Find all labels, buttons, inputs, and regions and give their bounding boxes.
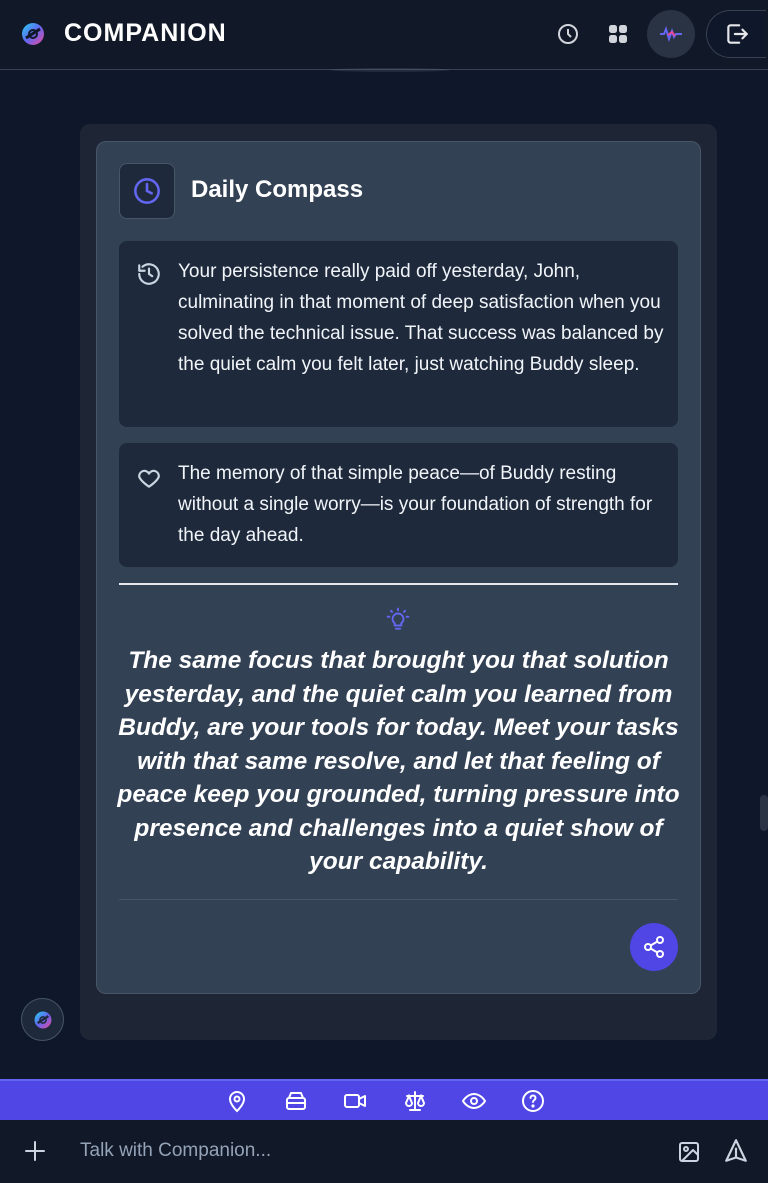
archive-button[interactable] (283, 1088, 309, 1114)
image-icon (679, 1142, 699, 1162)
location-button[interactable] (224, 1088, 250, 1114)
divider (119, 899, 678, 900)
plus-icon (25, 1141, 45, 1161)
logout-icon (726, 24, 748, 44)
scrollbar-thumb[interactable] (760, 795, 768, 831)
video-icon (344, 1094, 366, 1108)
send-button[interactable] (722, 1137, 750, 1165)
help-icon (522, 1090, 544, 1112)
daily-quote: The same focus that brought you that sol… (117, 647, 680, 875)
send-icon (725, 1139, 747, 1162)
grid-icon (609, 25, 627, 43)
lightbulb-icon (385, 607, 411, 633)
video-button[interactable] (342, 1088, 368, 1114)
divider (119, 583, 678, 585)
app-header: COMPANION (0, 0, 768, 70)
scales-button[interactable] (402, 1088, 428, 1114)
card-title: Daily Compass (191, 176, 364, 203)
history-icon (136, 261, 162, 287)
chat-input-bar (0, 1120, 768, 1183)
apps-grid-button[interactable] (600, 16, 636, 52)
image-upload-button[interactable] (675, 1138, 703, 1166)
add-button[interactable] (20, 1136, 50, 1166)
clock-icon (134, 178, 160, 204)
heart-icon (136, 465, 162, 491)
card-icon-box (119, 163, 175, 219)
location-icon (228, 1091, 246, 1113)
share-icon (644, 936, 664, 958)
note-text: The memory of that simple peace—of Buddy… (178, 463, 653, 546)
note-text: Your persistence really paid off yesterd… (178, 261, 664, 375)
help-button[interactable] (520, 1088, 546, 1114)
eye-icon (462, 1092, 486, 1110)
note-item: Your persistence really paid off yesterd… (119, 241, 678, 427)
scales-icon (404, 1091, 426, 1111)
history-icon (558, 24, 578, 44)
bot-avatar (21, 998, 64, 1041)
share-button[interactable] (630, 923, 678, 971)
app-title: COMPANION (64, 19, 227, 47)
note-item: The memory of that simple peace—of Buddy… (119, 443, 678, 567)
eye-button[interactable] (461, 1088, 487, 1114)
quick-tools-bar (0, 1079, 768, 1120)
archive-icon (286, 1092, 306, 1110)
app-logo-icon (34, 1011, 51, 1028)
history-button[interactable] (550, 16, 586, 52)
header-divider-glow (330, 68, 450, 72)
logout-button[interactable] (706, 10, 766, 58)
chat-input[interactable] (70, 1130, 650, 1172)
app-logo-icon (20, 21, 46, 47)
avatar[interactable] (647, 10, 695, 58)
